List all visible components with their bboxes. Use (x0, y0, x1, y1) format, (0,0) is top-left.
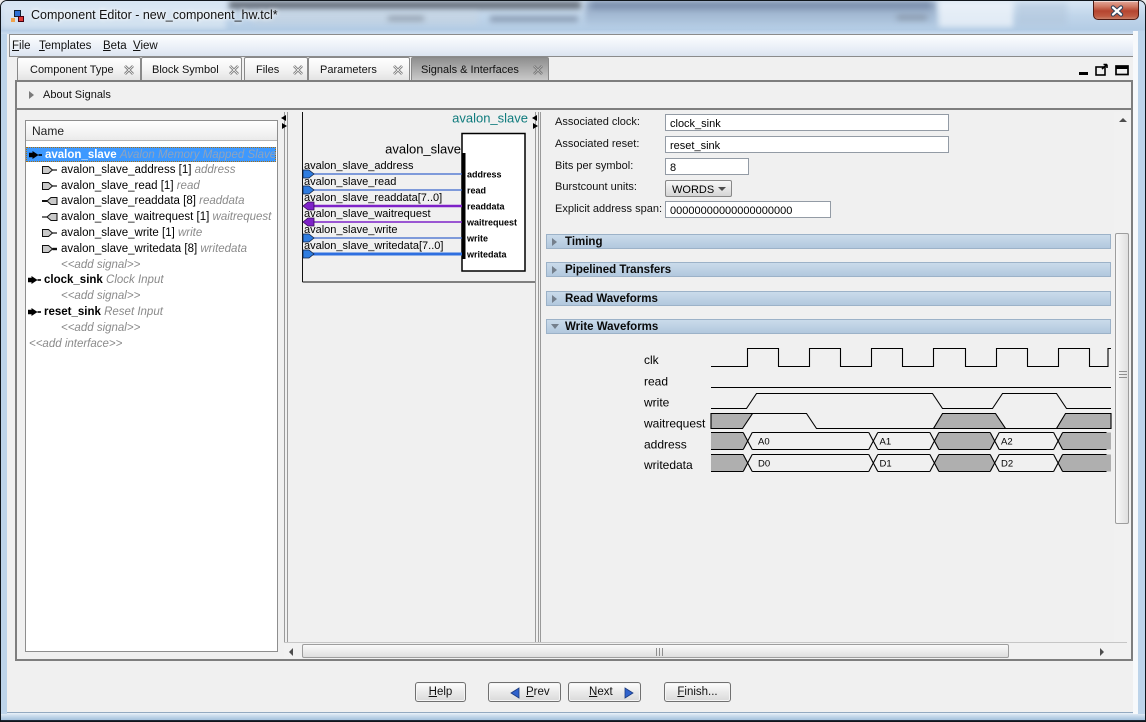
svg-text:A2: A2 (1001, 437, 1013, 448)
svg-text:waitrequest: waitrequest (643, 417, 706, 431)
svg-text:write: write (466, 234, 488, 244)
svg-text:D1: D1 (880, 459, 892, 470)
svg-text:avalon_slave_write: avalon_slave_write (304, 224, 398, 236)
svg-text:address: address (467, 170, 502, 180)
svg-text:waitrequest: waitrequest (466, 218, 517, 228)
svg-text:D0: D0 (758, 459, 770, 470)
svg-text:A0: A0 (758, 437, 770, 448)
svg-text:writedata: writedata (466, 250, 508, 260)
svg-text:read: read (467, 186, 486, 196)
svg-text:clk: clk (644, 353, 660, 367)
svg-text:avalon_slave_address: avalon_slave_address (304, 160, 414, 172)
svg-text:avalon_slave_read: avalon_slave_read (304, 176, 396, 188)
svg-text:avalon_slave_waitrequest: avalon_slave_waitrequest (304, 208, 431, 220)
svg-text:write: write (643, 396, 670, 410)
svg-text:read: read (644, 375, 668, 389)
svg-text:avalon_slave: avalon_slave (385, 142, 461, 157)
svg-text:writedata: writedata (643, 458, 693, 472)
svg-text:D2: D2 (1001, 459, 1013, 470)
svg-text:avalon_slave_writedata[7..0]: avalon_slave_writedata[7..0] (304, 240, 443, 252)
svg-text:avalon_slave_readdata[7..0]: avalon_slave_readdata[7..0] (304, 192, 442, 204)
svg-text:readdata: readdata (467, 202, 506, 212)
svg-text:avalon_slave: avalon_slave (452, 112, 528, 126)
svg-text:address: address (644, 438, 687, 452)
svg-text:A1: A1 (880, 437, 892, 448)
